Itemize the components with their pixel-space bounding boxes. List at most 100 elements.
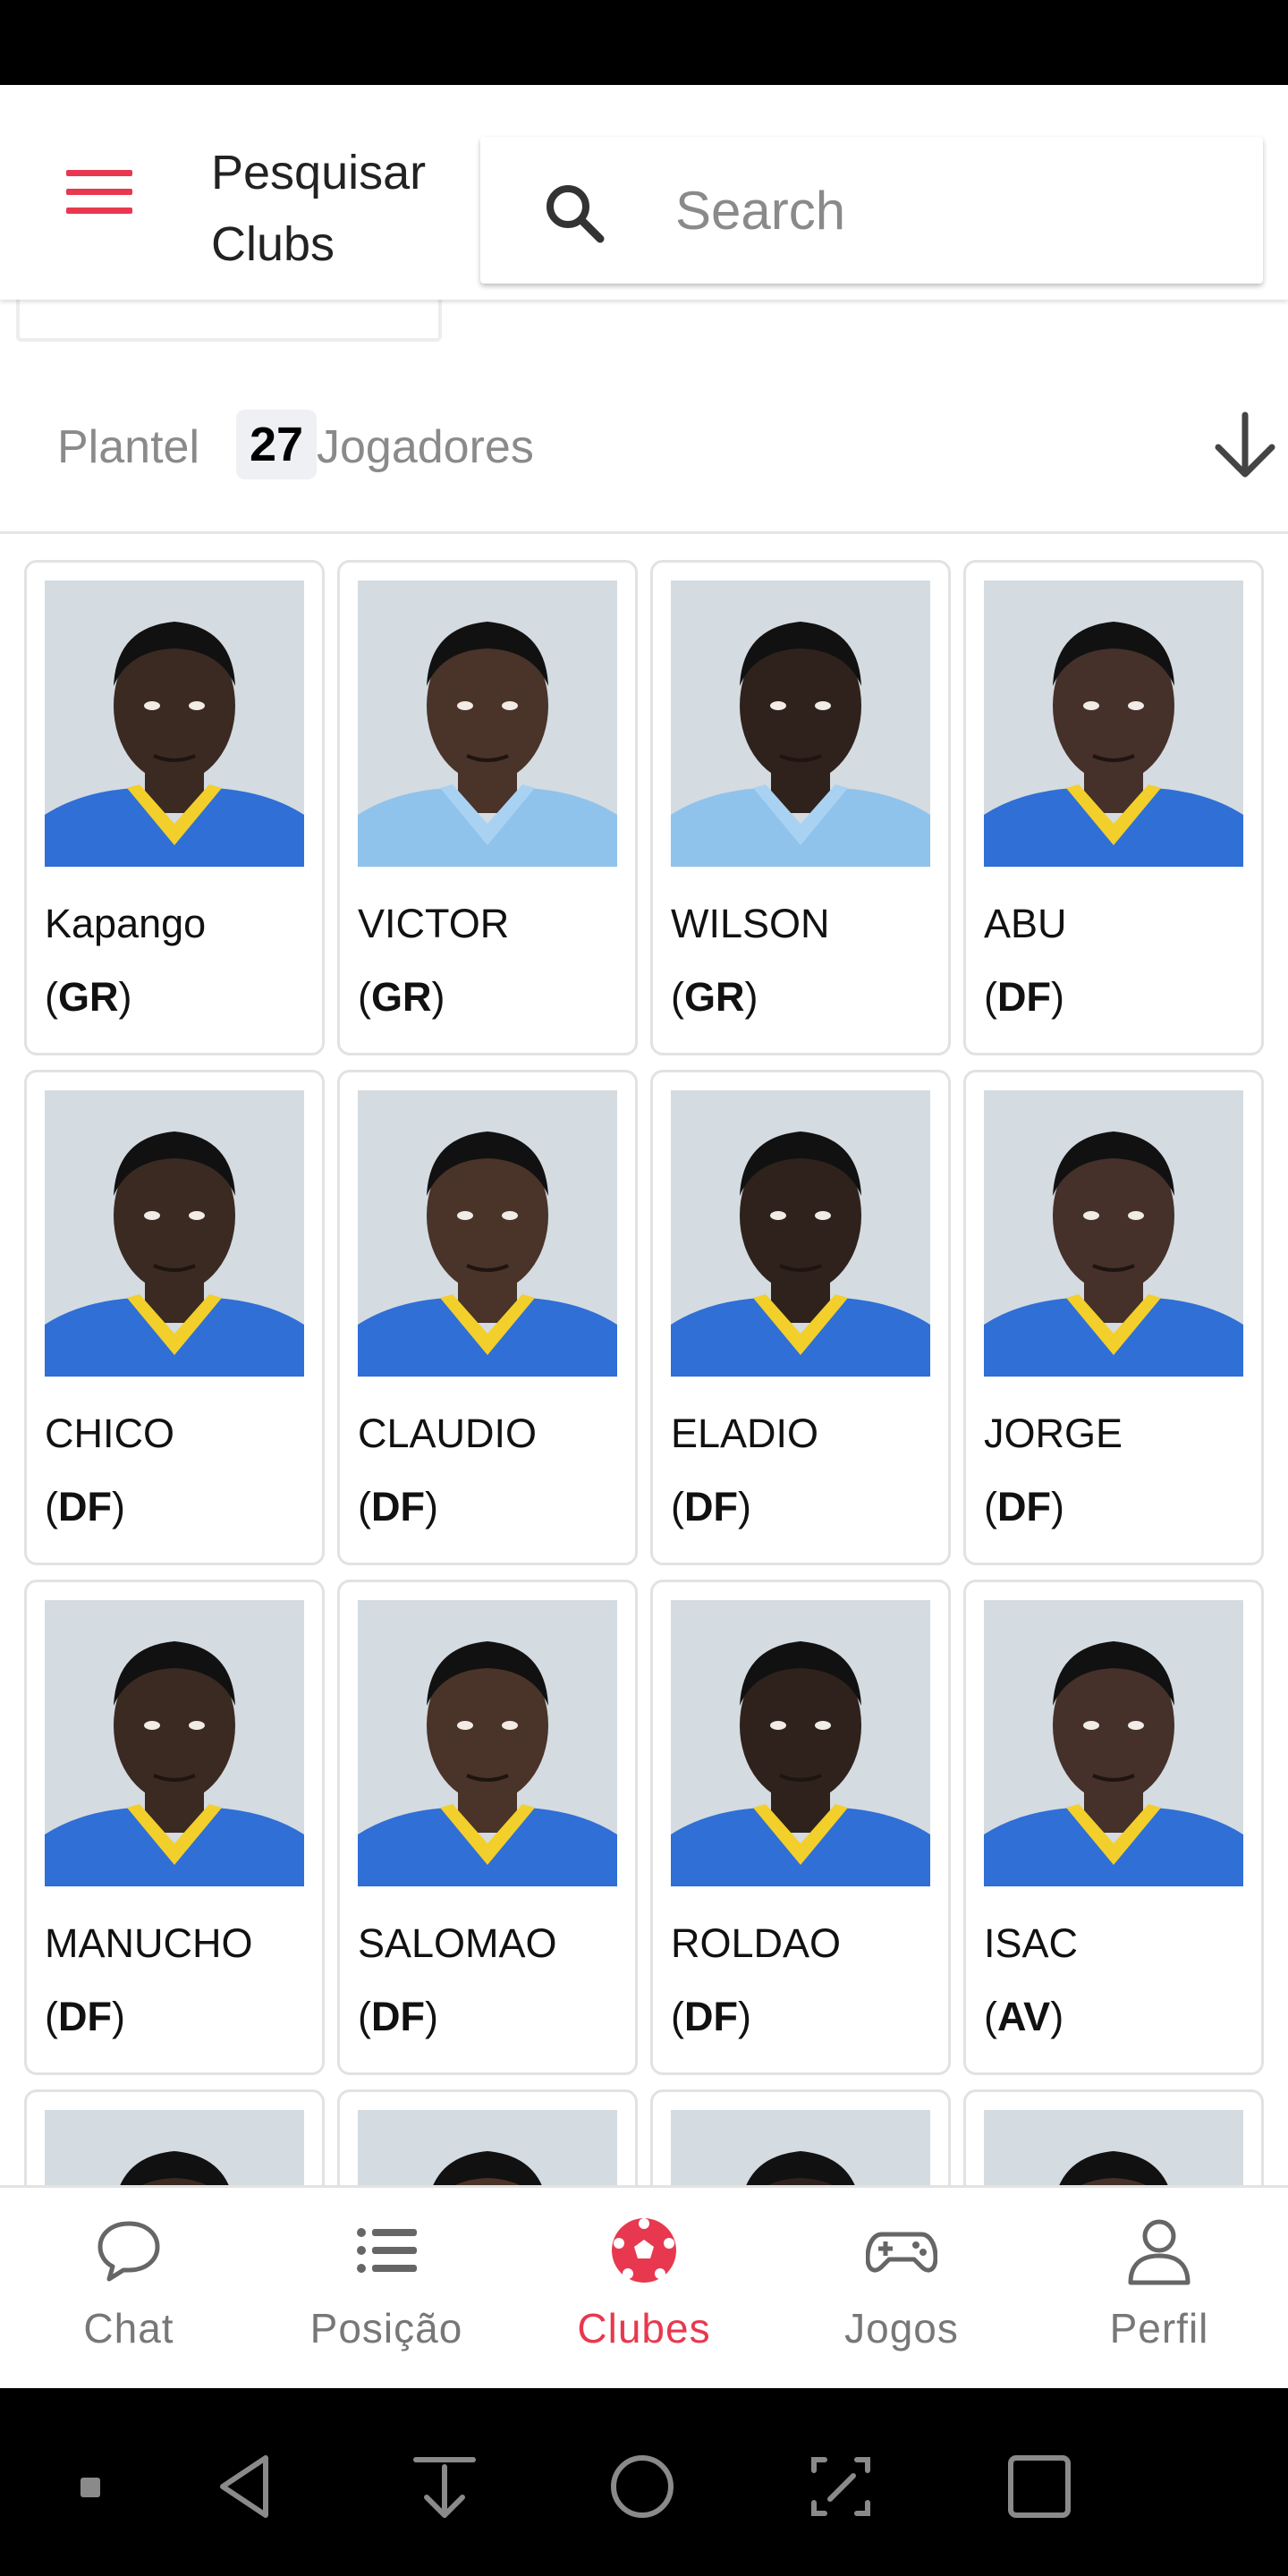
player-photo [358,1090,617,1377]
nav-label: Posição [309,2305,463,2351]
player-position: (DF) [984,1484,1064,1530]
player-position-code: DF [371,1994,425,2039]
player-position-code: GR [371,974,432,1020]
download-icon[interactable] [409,2451,480,2522]
nav-label: Perfil [1109,2305,1209,2351]
player-card[interactable]: ISAC (AV) [963,1580,1264,2075]
player-card[interactable]: VICTOR (GR) [337,560,638,1055]
player-card[interactable]: CHICO (DF) [24,1070,325,1565]
player-photo [358,580,617,867]
player-card[interactable]: ROLDAO (DF) [650,1580,951,2075]
hamburger-menu-icon[interactable] [66,170,132,215]
player-photo [671,580,930,867]
chat-bubble-icon [97,2221,160,2282]
player-photo [671,2110,930,2188]
page-title: Pesquisar Clubs [211,146,427,271]
nav-item-jogos[interactable]: Jogos [773,2188,1030,2391]
bottom-navigation: Chat Posição Clubes Jogos Perfil [0,2185,1288,2388]
player-position: (AV) [984,1994,1064,2039]
soccer-ball-icon [612,2218,676,2283]
nav-label: Chat [83,2305,174,2351]
player-name: JORGE [984,1411,1123,1456]
player-position: (DF) [671,1994,751,2039]
player-card[interactable]: SALOMAO (DF) [337,1580,638,2075]
player-photo [358,1600,617,1886]
home-icon[interactable] [606,2451,678,2522]
player-position: (DF) [45,1484,125,1530]
player-position: (DF) [358,1484,438,1530]
player-photo [671,1600,930,1886]
player-card[interactable]: WILSON (GR) [650,560,951,1055]
player-position: (DF) [45,1994,125,2039]
player-card[interactable] [337,2089,638,2188]
square-dot-icon[interactable] [54,2451,125,2522]
player-photo [45,580,304,867]
arrow-down-icon[interactable] [1211,410,1279,481]
player-position: (GR) [45,974,132,1020]
player-card[interactable] [963,2089,1264,2188]
player-card[interactable] [24,2089,325,2188]
nav-item-chat[interactable]: Chat [0,2188,258,2391]
search-input[interactable] [675,173,1212,248]
gamepad-icon [866,2232,937,2273]
roster-header: Plantel 27 Jogadores [0,394,1288,532]
player-photo [984,2110,1243,2188]
nav-item-posicao[interactable]: Posição [258,2188,515,2391]
player-photo [671,1090,930,1377]
player-photo [358,2110,617,2188]
player-name: ABU [984,901,1067,946]
player-position-code: DF [371,1484,425,1530]
list-icon [357,2228,417,2273]
nav-item-clubes[interactable]: Clubes [515,2188,773,2391]
player-name: ELADIO [671,1411,819,1456]
divider [0,531,1288,534]
player-photo [45,1600,304,1886]
player-photo [984,580,1243,867]
back-icon[interactable] [210,2451,282,2522]
player-position-code: DF [58,1484,112,1530]
player-card[interactable]: CLAUDIO (DF) [337,1070,638,1565]
player-card[interactable] [650,2089,951,2188]
player-name: WILSON [671,901,830,946]
player-position: (GR) [671,974,758,1020]
player-position-code: DF [684,1994,738,2039]
player-card[interactable]: MANUCHO (DF) [24,1580,325,2075]
player-name: ISAC [984,1920,1079,1966]
player-position-code: GR [684,974,745,1020]
player-position-code: AV [997,1994,1051,2039]
player-card[interactable]: ELADIO (DF) [650,1070,951,1565]
player-photo [984,1600,1243,1886]
player-position-code: GR [58,974,119,1020]
player-card[interactable]: Kapango (GR) [24,560,325,1055]
app-header: Pesquisar Clubs [0,85,1288,300]
nav-item-perfil[interactable]: Perfil [1030,2188,1288,2391]
player-name: MANUCHO [45,1920,253,1966]
roster-label: Plantel [57,421,199,473]
player-position-code: DF [997,1484,1051,1530]
system-navigation-bar [0,2388,1288,2576]
player-name: SALOMAO [358,1920,557,1966]
search-box[interactable] [480,137,1263,284]
player-photo [45,2110,304,2188]
player-photo [984,1090,1243,1377]
player-position: (DF) [358,1994,438,2039]
player-name: CLAUDIO [358,1411,538,1456]
player-name: ROLDAO [671,1920,842,1966]
player-card[interactable]: JORGE (DF) [963,1070,1264,1565]
recents-icon[interactable] [1004,2451,1075,2522]
roster-count-badge: 27 [236,410,317,479]
screenshot-edit-icon[interactable] [805,2451,877,2522]
player-card[interactable]: ABU (DF) [963,560,1264,1055]
player-name: CHICO [45,1411,174,1456]
player-position: (GR) [358,974,445,1020]
nav-label: Clubes [577,2305,711,2351]
player-position-code: DF [997,974,1051,1020]
roster-suffix: Jogadores [317,421,534,473]
player-position-code: DF [684,1484,738,1530]
player-name: Kapango [45,901,207,946]
status-bar [0,0,1288,85]
person-icon [1128,2219,1191,2285]
search-icon [547,185,605,243]
player-position-code: DF [58,1994,112,2039]
nav-label: Jogos [844,2305,959,2351]
